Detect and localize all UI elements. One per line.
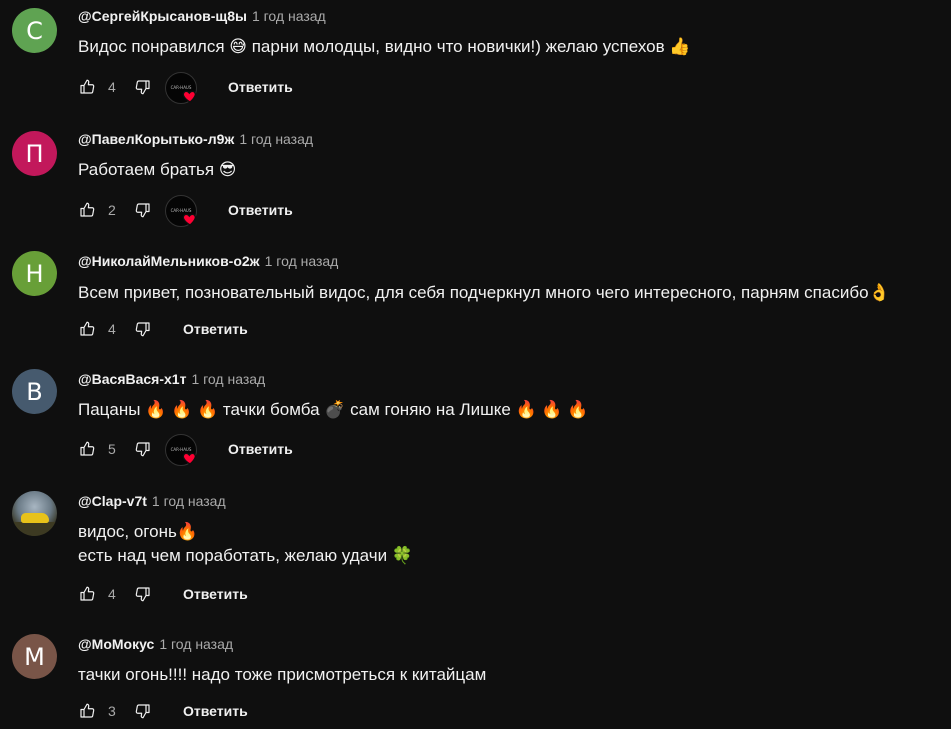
- avatar-letter: С: [26, 16, 43, 45]
- like-count: 4: [108, 79, 116, 95]
- reply-button[interactable]: Ответить: [183, 703, 248, 719]
- comment-actions: 4 Ответить: [78, 582, 248, 606]
- dislike-icon[interactable]: [134, 201, 152, 219]
- like-icon[interactable]: [78, 440, 96, 458]
- comment-timestamp[interactable]: 1 год назад: [191, 371, 265, 387]
- comment-actions: 2 CAR-HAUS Ответить: [78, 194, 293, 227]
- author-name[interactable]: @МоМокус: [78, 636, 154, 652]
- comment-actions: 3 Ответить: [78, 699, 248, 723]
- avatar[interactable]: П: [12, 131, 57, 176]
- avatar[interactable]: Н: [12, 251, 57, 296]
- creator-heart-badge: CAR-HAUS: [165, 433, 198, 466]
- like-icon[interactable]: [78, 585, 96, 603]
- comment-actions: 4 Ответить: [78, 317, 248, 341]
- like-count: 4: [108, 321, 116, 337]
- reply-button[interactable]: Ответить: [228, 202, 293, 218]
- like-count: 3: [108, 703, 116, 719]
- avatar-letter: Н: [25, 259, 44, 288]
- reply-button[interactable]: Ответить: [228, 79, 293, 95]
- reply-button[interactable]: Ответить: [183, 586, 248, 602]
- like-count: 2: [108, 202, 116, 218]
- comment-text: Пацаны 🔥 🔥 🔥 тачки бомба 💣 сам гоняю на …: [78, 400, 589, 419]
- comment-timestamp[interactable]: 1 год назад: [152, 493, 226, 509]
- heart-icon: [182, 450, 198, 466]
- avatar[interactable]: М: [12, 634, 57, 679]
- heart-icon: [182, 88, 198, 104]
- reply-button[interactable]: Ответить: [228, 441, 293, 457]
- comment-timestamp[interactable]: 1 год назад: [252, 8, 326, 24]
- avatar[interactable]: В: [12, 369, 57, 414]
- creator-heart-badge: CAR-HAUS: [165, 71, 198, 104]
- author-name[interactable]: @ВасяВася-х1т: [78, 371, 186, 387]
- dislike-icon[interactable]: [134, 702, 152, 720]
- comment-timestamp[interactable]: 1 год назад: [265, 253, 339, 269]
- comment-header: @Clap-v7t 1 год назад: [78, 493, 226, 513]
- author-name[interactable]: @СергейКрысанов-щ8ы: [78, 8, 247, 24]
- like-count: 4: [108, 586, 116, 602]
- avatar-letter: В: [26, 377, 43, 406]
- creator-heart-badge: CAR-HAUS: [165, 194, 198, 227]
- avatar[interactable]: [12, 491, 57, 536]
- like-count: 5: [108, 441, 116, 457]
- author-name[interactable]: @Clap-v7t: [78, 493, 147, 509]
- like-icon[interactable]: [78, 702, 96, 720]
- comment-header: @СергейКрысанов-щ8ы 1 год назад: [78, 8, 326, 28]
- comment-actions: 4 CAR-HAUS Ответить: [78, 71, 293, 104]
- avatar-letter: М: [24, 642, 45, 671]
- author-name[interactable]: @ПавелКорытько-л9ж: [78, 131, 234, 147]
- heart-icon: [182, 211, 198, 227]
- like-icon[interactable]: [78, 78, 96, 96]
- comment-timestamp[interactable]: 1 год назад: [239, 131, 313, 147]
- dislike-icon[interactable]: [134, 440, 152, 458]
- dislike-icon[interactable]: [134, 585, 152, 603]
- comment-header: @НиколайМельников-о2ж 1 год назад: [78, 253, 338, 273]
- avatar[interactable]: С: [12, 8, 57, 53]
- dislike-icon[interactable]: [134, 320, 152, 338]
- comment-text: есть над чем поработать, желаю удачи 🍀: [78, 546, 413, 565]
- comment-actions: 5 CAR-HAUS Ответить: [78, 433, 293, 466]
- comment-text: видос, огонь🔥: [78, 522, 198, 541]
- comment-header: @ПавелКорытько-л9ж 1 год назад: [78, 131, 313, 151]
- comment-header: @МоМокус 1 год назад: [78, 636, 233, 656]
- comment-header: @ВасяВася-х1т 1 год назад: [78, 371, 265, 391]
- comment-text: Всем привет, позновательный видос, для с…: [78, 283, 890, 302]
- like-icon[interactable]: [78, 201, 96, 219]
- author-name[interactable]: @НиколайМельников-о2ж: [78, 253, 260, 269]
- dislike-icon[interactable]: [134, 78, 152, 96]
- avatar-letter: П: [25, 139, 44, 168]
- reply-button[interactable]: Ответить: [183, 321, 248, 337]
- like-icon[interactable]: [78, 320, 96, 338]
- comment-timestamp[interactable]: 1 год назад: [159, 636, 233, 652]
- comment-text: Видос понравился 😅 парни молодцы, видно …: [78, 37, 691, 56]
- comment-text: тачки огонь!!!! надо тоже присмотреться …: [78, 665, 487, 684]
- comment-text: Работаем братья 😎: [78, 160, 237, 179]
